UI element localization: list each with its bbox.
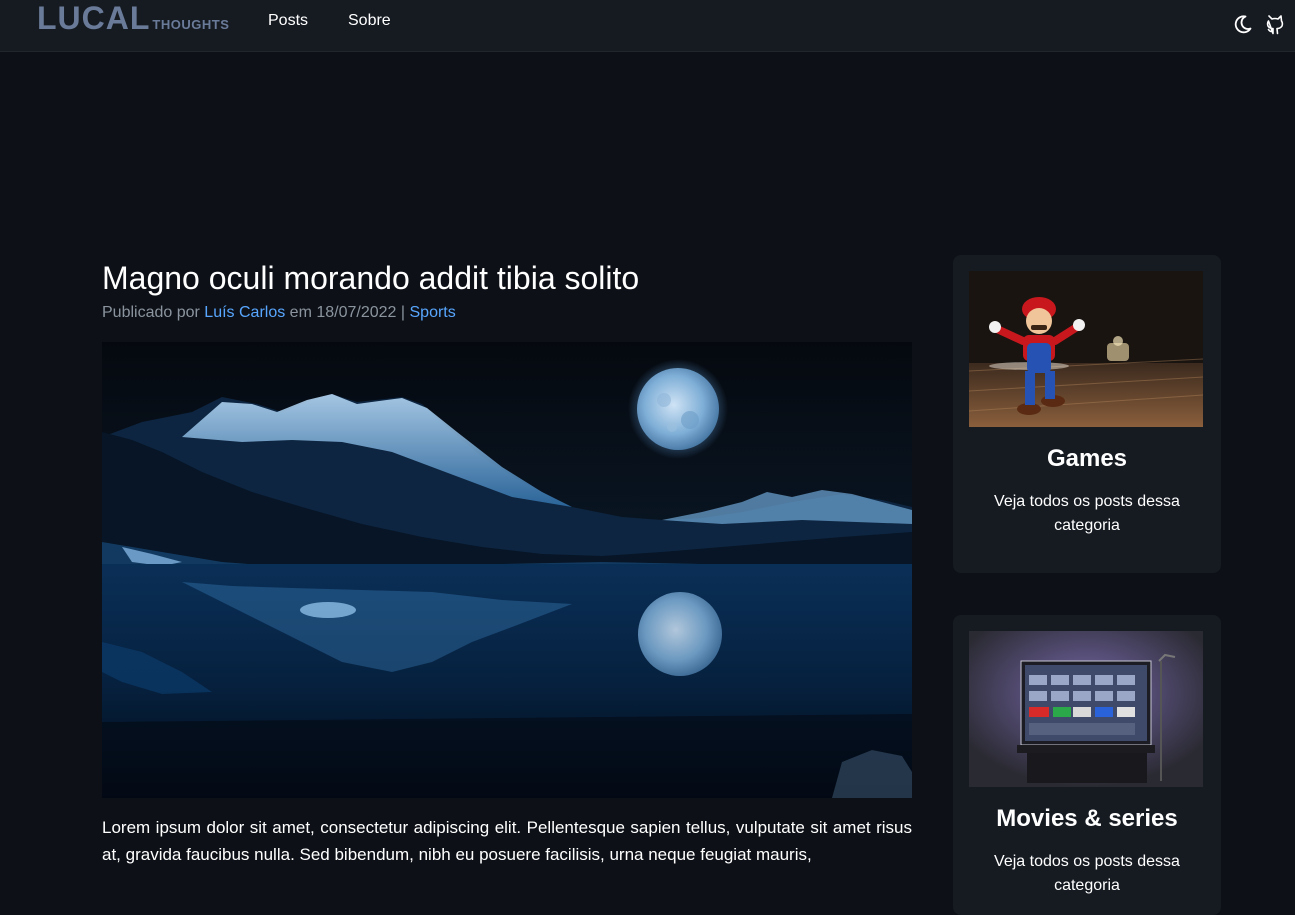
post-meta: Publicado por Luís Carlos em 18/07/2022 … (102, 303, 912, 323)
post-body: Lorem ipsum dolor sit amet, consectetur … (102, 818, 912, 864)
author-link[interactable]: Luís Carlos (204, 304, 285, 321)
card-description: Veja todos os posts dessa categoria (994, 853, 1180, 894)
brand-tagline: THOUGHTS (152, 17, 230, 32)
brand-name: LUCAL (37, 0, 151, 36)
card-description: Veja todos os posts dessa categoria (994, 493, 1180, 534)
category-card-movies-series[interactable]: Movies & series Veja todos os posts dess… (953, 615, 1221, 915)
meta-prefix: Publicado por (102, 304, 200, 321)
card-title: Games (1046, 445, 1128, 472)
post-date: 18/07/2022 (316, 304, 397, 321)
post-hero-image (102, 342, 912, 798)
brand-logo[interactable]: LUCAL THOUGHTS (37, 0, 229, 40)
card-title: Movies & series (996, 805, 1178, 832)
nav-link-sobre[interactable]: Sobre (348, 12, 391, 30)
meta-separator: | (400, 304, 406, 321)
top-navbar: LUCAL THOUGHTS Posts Sobre (0, 0, 1295, 52)
games-category-image (969, 271, 1203, 427)
movies-series-category-image (969, 631, 1203, 787)
moon-icon[interactable] (1231, 12, 1253, 36)
meta-date-prefix: em (289, 304, 312, 321)
github-icon[interactable] (1264, 12, 1286, 36)
category-link[interactable]: Sports (410, 304, 456, 321)
post-title: Magno oculi morando addit tibia solito (102, 260, 640, 296)
nav-link-posts[interactable]: Posts (268, 12, 308, 30)
category-card-games[interactable]: Games Veja todos os posts dessa categori… (953, 255, 1221, 573)
